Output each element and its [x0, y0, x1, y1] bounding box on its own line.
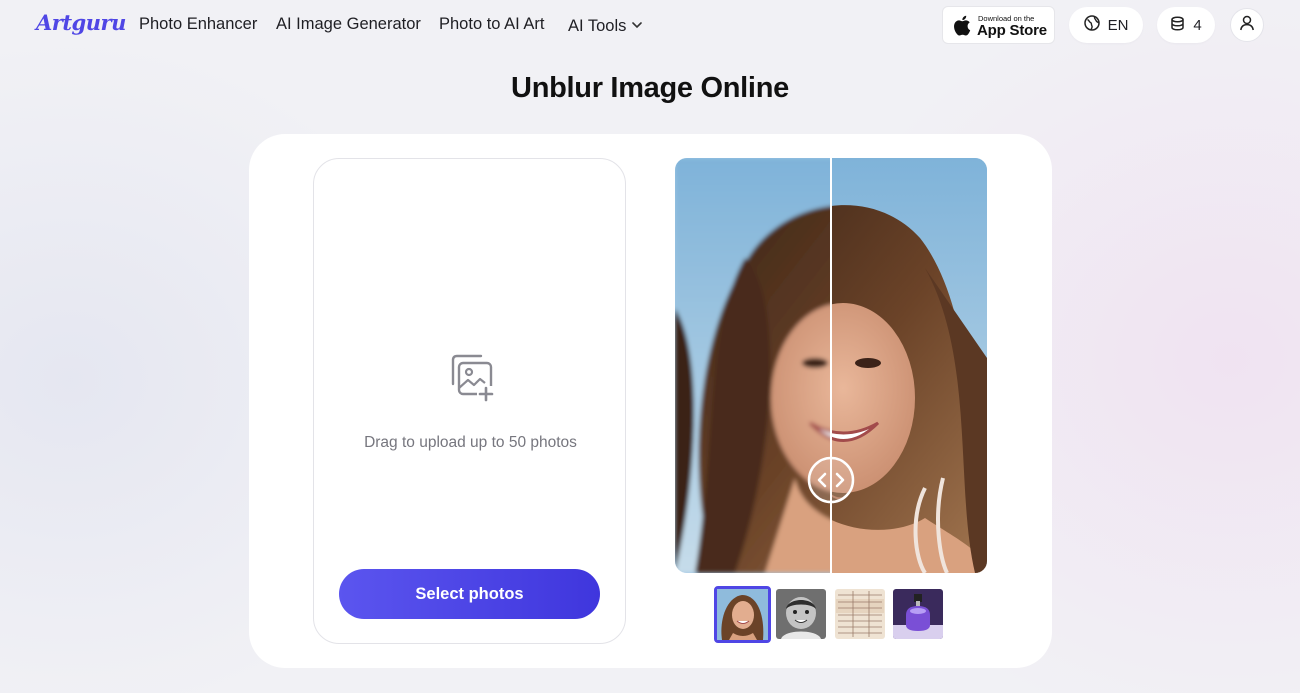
- apple-icon: [953, 15, 971, 41]
- comparison-divider: [830, 158, 832, 573]
- image-upload-icon: [447, 354, 495, 407]
- credits-counter[interactable]: 4: [1157, 7, 1215, 43]
- sample-thumbnails: [714, 586, 949, 643]
- nav-link-ai-image-generator[interactable]: AI Image Generator: [276, 15, 421, 34]
- nav-link-photo-to-ai-art[interactable]: Photo to AI Art: [439, 15, 545, 34]
- tool-card: Drag to upload up to 50 photos Select ph…: [249, 134, 1052, 668]
- select-photos-button[interactable]: Select photos: [339, 569, 600, 619]
- before-after-comparison[interactable]: [675, 158, 987, 573]
- top-nav: Artguru Photo Enhancer AI Image Generato…: [0, 0, 1300, 50]
- upload-hint: Drag to upload up to 50 photos: [364, 434, 577, 451]
- sample-thumbnail-portrait[interactable]: [714, 586, 771, 643]
- logo[interactable]: Artguru: [36, 10, 126, 35]
- language-label: EN: [1107, 16, 1129, 34]
- sample-thumbnail-baby[interactable]: [776, 589, 826, 639]
- language-selector[interactable]: EN: [1069, 7, 1143, 43]
- page-title: Unblur Image Online: [511, 72, 789, 104]
- upload-dropzone[interactable]: Drag to upload up to 50 photos Select ph…: [313, 158, 626, 644]
- sample-thumbnail-document[interactable]: [835, 589, 885, 639]
- user-icon: [1239, 15, 1255, 36]
- compare-arrows-icon: [807, 456, 855, 504]
- app-store-big-text: App Store: [977, 22, 1047, 39]
- sample-thumbnail-perfume[interactable]: [893, 589, 943, 639]
- nav-link-photo-enhancer[interactable]: Photo Enhancer: [139, 15, 257, 34]
- user-account-button[interactable]: [1230, 8, 1264, 42]
- nav-link-ai-tools[interactable]: AI Tools: [568, 15, 643, 36]
- globe-icon: [1083, 15, 1100, 35]
- app-store-button[interactable]: Download on the App Store: [942, 6, 1055, 44]
- credits-count: 4: [1193, 16, 1202, 34]
- coins-icon: [1170, 15, 1185, 35]
- nav-link-ai-tools-label: AI Tools: [568, 17, 627, 35]
- chevron-down-icon: [632, 15, 643, 34]
